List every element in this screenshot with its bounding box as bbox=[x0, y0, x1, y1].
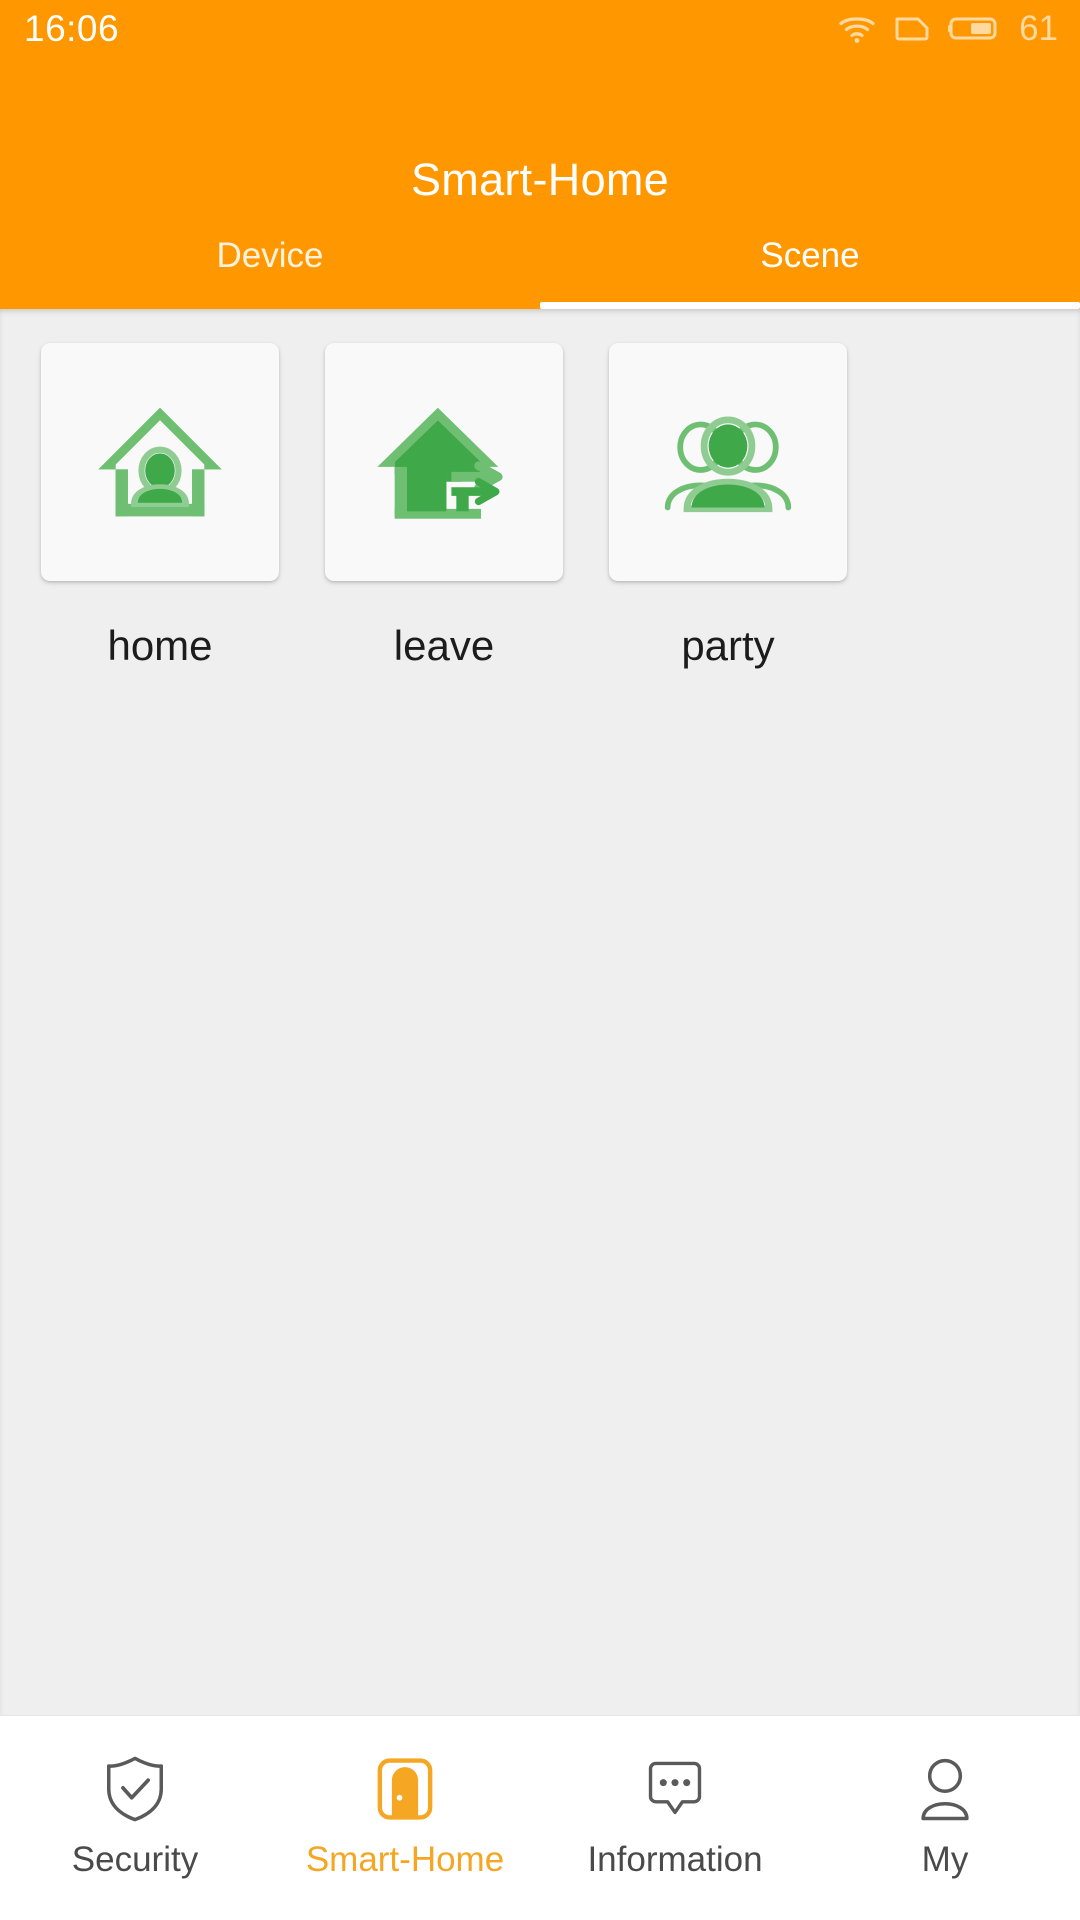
group-of-people-icon bbox=[654, 388, 802, 536]
scene-grid: home leave party bbox=[0, 309, 1080, 667]
house-with-exit-arrow-icon bbox=[370, 388, 518, 536]
scene-item-home[interactable]: home bbox=[41, 343, 279, 667]
status-bar-indicators: 61 bbox=[837, 11, 1058, 46]
page-title: Smart-Home bbox=[410, 154, 670, 205]
status-bar: 16:06 61 bbox=[0, 0, 1080, 56]
scene-label-home: home bbox=[107, 622, 213, 669]
nav-item-smart-home[interactable]: Smart-Home bbox=[270, 1716, 540, 1920]
nav-item-my[interactable]: My bbox=[810, 1716, 1080, 1920]
app-root: 16:06 61 Smart-Home Device Scene home le… bbox=[0, 0, 1080, 1920]
scene-label-party: party bbox=[681, 622, 775, 669]
battery-icon bbox=[947, 12, 1001, 44]
scene-item-party[interactable]: party bbox=[609, 343, 847, 667]
status-bar-time: 16:06 bbox=[24, 7, 120, 49]
app-header: Smart-Home Device Scene bbox=[0, 56, 1080, 309]
scene-card-party[interactable] bbox=[609, 343, 847, 581]
scene-card-leave[interactable] bbox=[325, 343, 563, 581]
bottom-navigation-bar: Security Smart-Home Information My bbox=[0, 1715, 1080, 1920]
tab-device[interactable]: Device bbox=[0, 213, 540, 309]
sim-card-icon bbox=[893, 11, 931, 45]
scene-item-leave[interactable]: leave bbox=[325, 343, 563, 667]
wifi-icon bbox=[837, 12, 877, 44]
nav-label-information: Information bbox=[587, 1840, 763, 1879]
scene-content-area: home leave party bbox=[0, 309, 1080, 1715]
nav-label-my: My bbox=[921, 1840, 969, 1879]
scene-card-home[interactable] bbox=[41, 343, 279, 581]
tab-device-label: Device bbox=[216, 235, 324, 275]
tab-scene-label: Scene bbox=[760, 235, 860, 275]
tab-scene-underline bbox=[540, 302, 1080, 309]
nav-item-information[interactable]: Information bbox=[540, 1716, 810, 1920]
tab-bar: Device Scene bbox=[0, 213, 1080, 309]
battery-percentage: 61 bbox=[1019, 8, 1058, 48]
chat-bubble-icon bbox=[642, 1750, 708, 1828]
door-icon bbox=[373, 1750, 437, 1828]
nav-label-security: Security bbox=[71, 1840, 199, 1879]
house-with-person-icon bbox=[86, 388, 234, 536]
nav-item-security[interactable]: Security bbox=[0, 1716, 270, 1920]
tab-scene[interactable]: Scene bbox=[540, 213, 1080, 309]
shield-check-icon bbox=[103, 1750, 167, 1828]
scene-label-leave: leave bbox=[393, 622, 495, 669]
nav-label-smart-home: Smart-Home bbox=[305, 1840, 505, 1879]
user-icon bbox=[915, 1750, 975, 1828]
